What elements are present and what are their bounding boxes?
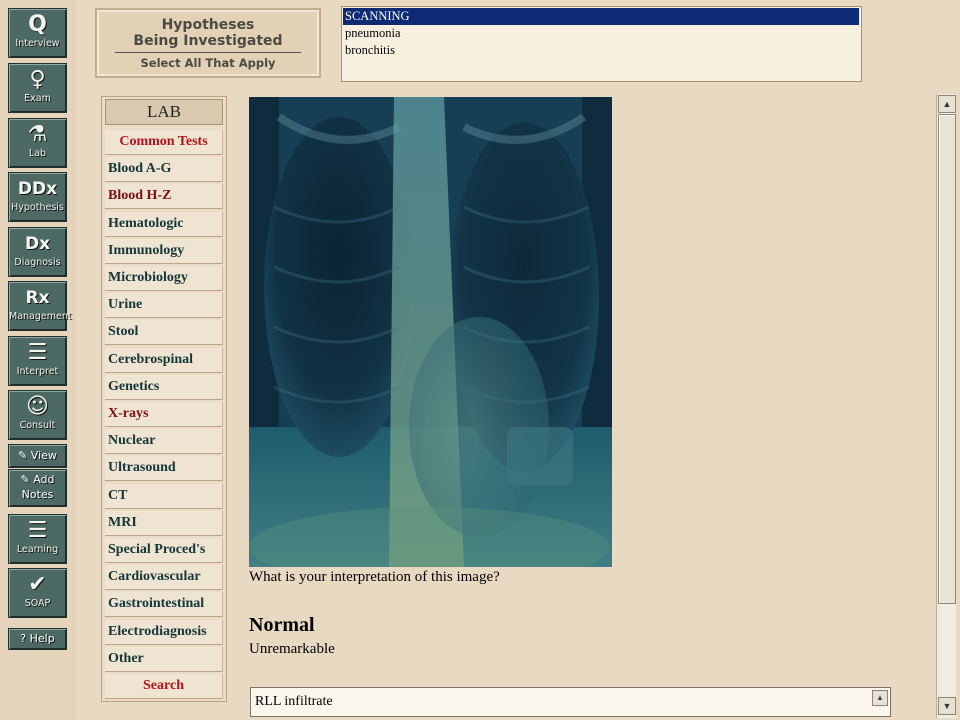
hypotheses-list[interactable]: SCANNING pneumonia bronchitis (341, 6, 862, 82)
tool-label: Lab (28, 148, 47, 159)
tool-interpret-button[interactable]: ☰ Interpret (8, 336, 67, 386)
hypotheses-subtitle: Select All That Apply (140, 56, 276, 70)
lab-item-other[interactable]: Other (105, 646, 223, 672)
microscope-icon: ⚗ (27, 122, 48, 147)
learning-label: Learning (16, 544, 59, 555)
lab-item-stool[interactable]: Stool (105, 320, 223, 346)
hypotheses-title: Hypotheses Being Investigated (97, 17, 319, 49)
scroll-down-arrow-icon[interactable]: ▼ (938, 697, 956, 715)
lab-item-nuclear[interactable]: Nuclear (105, 429, 223, 455)
add-notes-button[interactable]: ✎ Add Notes (8, 469, 67, 507)
tool-hypothesis-button[interactable]: DDx Hypothesis (8, 172, 67, 222)
tool-label: Hypothesis (11, 202, 64, 213)
tool-rail: Q Interview ♀ Exam ⚗ Lab DDx Hypothesis Dx Diagno… (0, 0, 76, 720)
lab-title: LAB (105, 99, 223, 125)
scrollbar-thumb[interactable] (938, 114, 956, 604)
lab-item-gastrointestinal[interactable]: Gastrointestinal (105, 592, 223, 618)
prescription-icon: Rx (25, 288, 50, 308)
lab-item-blood-h-z[interactable]: Blood H-Z (105, 184, 223, 210)
lab-item-hematologic[interactable]: Hematologic (105, 211, 223, 237)
tool-interview-button[interactable]: Q Interview (8, 8, 67, 58)
result-title: Normal (249, 614, 315, 636)
tool-label: Consult (19, 420, 56, 431)
view-label: View (30, 449, 57, 462)
question-icon: Q (28, 12, 47, 37)
lab-item-blood-a-g[interactable]: Blood A-G (105, 157, 223, 183)
view-notes-button[interactable]: ✎ View (8, 444, 67, 468)
interpretation-field[interactable]: ▲ (250, 687, 891, 717)
hypotheses-title-line2: Being Investigated (133, 33, 283, 49)
tool-diagnosis-button[interactable]: Dx Diagnosis (8, 227, 67, 277)
vertical-scrollbar[interactable]: ▲ ▼ (936, 94, 956, 718)
chest-xray-image (249, 97, 612, 567)
lab-menu: LAB Common Tests Blood A-G Blood H-Z Hemato… (101, 96, 227, 702)
hypothesis-item[interactable]: pneumonia (342, 25, 861, 42)
hypothesis-icon: DDx (17, 179, 58, 199)
lab-item-microbiology[interactable]: Microbiology (105, 266, 223, 291)
notes-label: Notes (21, 488, 54, 501)
lab-item-cardiovascular[interactable]: Cardiovascular (105, 565, 223, 591)
lab-item-mri[interactable]: MRI (105, 510, 223, 536)
note-icon: ✎ (20, 473, 30, 486)
hypotheses-title-line1: Hypotheses (161, 17, 255, 33)
tool-exam-button[interactable]: ♀ Exam (8, 63, 67, 113)
hypothesis-item[interactable]: SCANNING (343, 8, 859, 25)
scroll-up-arrow-icon[interactable]: ▲ (938, 95, 956, 113)
help-button[interactable]: ? Help (8, 628, 67, 650)
lab-item-genetics[interactable]: Genetics (105, 374, 223, 400)
lab-item-ultrasound[interactable]: Ultrasound (105, 456, 223, 482)
lab-item-electrodiagnosis[interactable]: Electrodiagnosis (105, 619, 223, 645)
tool-label: Diagnosis (14, 257, 61, 268)
learning-button[interactable]: ☰ Learning (8, 514, 67, 564)
field-scroll-up-icon[interactable]: ▲ (872, 690, 888, 706)
teacher-icon: ☰ (27, 518, 48, 543)
stethoscope-icon: ♀ (29, 67, 46, 92)
hypothesis-item[interactable]: bronchitis (342, 42, 861, 59)
tool-consult-button[interactable]: ☺ Consult (8, 390, 67, 440)
interpret-icon: ☰ (27, 340, 48, 365)
interpretation-input[interactable] (253, 692, 867, 712)
tool-management-button[interactable]: Rx Management (8, 281, 72, 331)
help-label: ? Help (20, 632, 55, 645)
consult-icon: ☺ (26, 394, 49, 419)
tool-lab-button[interactable]: ⚗ Lab (8, 118, 67, 168)
lab-item-search[interactable]: Search (105, 674, 223, 699)
lab-item-special-proced-s[interactable]: Special Proced's (105, 538, 223, 563)
result-description: Unremarkable (249, 641, 335, 657)
diagnosis-icon: Dx (24, 234, 51, 254)
pencil-icon: ✎ (18, 449, 28, 462)
soap-button[interactable]: ✔ SOAP (8, 568, 67, 618)
lab-item-common-tests[interactable]: Common Tests (105, 130, 223, 155)
soap-label: SOAP (24, 598, 51, 609)
lab-item-x-rays[interactable]: X-rays (105, 402, 223, 427)
lab-item-urine[interactable]: Urine (105, 293, 223, 319)
tool-label: Interpret (16, 366, 59, 377)
image-viewer: What is your interpretation of this imag… (247, 96, 933, 717)
lab-item-immunology[interactable]: Immunology (105, 238, 223, 264)
add-label: Add (33, 473, 55, 486)
hypotheses-divider (115, 52, 301, 53)
interpretation-question: What is your interpretation of this imag… (249, 569, 500, 585)
hypotheses-header: Hypotheses Being Investigated Select All… (95, 8, 321, 78)
tool-label: Exam (24, 93, 51, 104)
lab-item-cerebrospinal[interactable]: Cerebrospinal (105, 347, 223, 373)
clipboard-icon: ✔ (28, 572, 47, 597)
tool-label: Interview (15, 38, 60, 49)
tool-label: Management (9, 311, 72, 322)
lab-item-ct[interactable]: CT (105, 483, 223, 509)
